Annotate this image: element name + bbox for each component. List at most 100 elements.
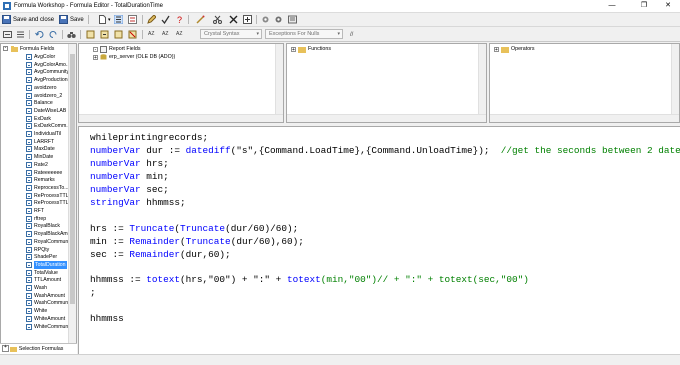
save-button[interactable]: Save: [59, 14, 84, 25]
report-fields-node[interactable]: - Report Fields: [93, 45, 141, 53]
code-line: numberVar sec;: [90, 183, 169, 196]
code-line: sec := Remainder(dur,60);: [90, 248, 231, 261]
code-line: min := Remainder(Truncate(dur/60),60);: [90, 235, 304, 248]
delete-icon: [229, 15, 238, 24]
functions-node[interactable]: + Functions: [291, 45, 331, 53]
formula-icon: [26, 61, 32, 68]
comment-button[interactable]: //: [350, 29, 353, 40]
operators-node[interactable]: + Operators: [494, 45, 535, 53]
scissors-icon: [213, 15, 222, 24]
list-icon: [17, 31, 24, 38]
formula-icon: [26, 223, 32, 230]
code-token: hhmmss :=: [90, 274, 147, 286]
expand-icon[interactable]: +: [494, 46, 499, 52]
formula-icon: [26, 254, 32, 261]
syntax-combo[interactable]: Crystal Syntax ▾: [200, 29, 262, 39]
code-token: stringVar: [90, 196, 141, 208]
save-and-close-button[interactable]: Save and close: [2, 14, 54, 25]
formula-workshop-tree-toggle[interactable]: [114, 14, 123, 25]
null-handling-combo[interactable]: Exceptions For Nulls ▾: [265, 29, 343, 39]
toggle-properties-button[interactable]: [288, 14, 297, 25]
selection-formulas-node[interactable]: + Selection Formulas: [0, 343, 77, 354]
sort-alpha-button[interactable]: AZ: [148, 29, 157, 40]
minimize-icon[interactable]: —: [601, 1, 623, 11]
formula-icon: [26, 161, 32, 168]
code-token: Truncate: [129, 222, 175, 234]
folder-icon: [298, 46, 306, 53]
sort-fields-button[interactable]: AZ: [162, 29, 171, 40]
code-token: sec :=: [90, 248, 130, 260]
restore-icon[interactable]: ❐: [633, 1, 655, 11]
show-hide-button[interactable]: [261, 14, 270, 25]
pencil-icon: [147, 15, 156, 24]
toggle-comment-button[interactable]: [16, 29, 25, 40]
code-token: numberVar: [90, 144, 141, 156]
tree-scrollbar[interactable]: [68, 44, 76, 353]
previous-bookmark-button[interactable]: [114, 29, 123, 40]
pane-scrollbar[interactable]: [490, 114, 679, 122]
options-button[interactable]: [274, 14, 283, 25]
formula-icon: [26, 138, 32, 145]
find-button[interactable]: [67, 29, 76, 40]
functions-pane: + Functions: [286, 43, 487, 123]
delete-button[interactable]: [229, 14, 238, 25]
save-icon: [59, 15, 68, 24]
expand-icon[interactable]: +: [2, 345, 9, 353]
cut-button[interactable]: [213, 14, 222, 25]
expand-icon[interactable]: +: [93, 54, 98, 60]
formula-icon: [26, 208, 32, 214]
formula-editor-button[interactable]: [147, 14, 156, 25]
database-connection-node[interactable]: + erp_server (OLE DB (ADO)): [93, 53, 175, 61]
expand-button[interactable]: [243, 14, 252, 25]
code-line: whileprintingrecords;: [90, 132, 209, 143]
new-button[interactable]: ▾: [98, 14, 111, 25]
formula-icon: [26, 215, 32, 222]
expand-icon[interactable]: +: [291, 46, 296, 52]
close-icon[interactable]: ✕: [657, 1, 679, 11]
code-line: hhmmss := totext(hrs,"00") + ":" + totex…: [90, 273, 529, 286]
formula-icon: [26, 238, 32, 245]
pane-scrollbar[interactable]: [287, 114, 486, 122]
scrollbar-thumb[interactable]: [70, 54, 75, 304]
formula-expert-button[interactable]: [128, 14, 137, 25]
pane-scrollbar[interactable]: [275, 44, 283, 122]
properties-icon: [288, 15, 297, 24]
rename-button[interactable]: [196, 14, 205, 25]
code-token: datediff: [185, 144, 231, 156]
toolbar-edit: AZ AZ AZ Crystal Syntax ▾ Exceptions For …: [0, 28, 680, 42]
collapse-icon[interactable]: -: [3, 46, 8, 51]
formula-icon: [26, 192, 32, 199]
tree-item[interactable]: WhiteCommun...: [1, 323, 73, 331]
tree-root-formula-fields[interactable]: - Formula Fields: [1, 45, 71, 53]
code-token: totext: [146, 274, 181, 286]
undo-history-button[interactable]: [3, 29, 12, 40]
pane-scrollbar[interactable]: [671, 44, 679, 122]
formula-code-editor[interactable]: whileprintingrecords; numberVar dur := da…: [78, 126, 680, 354]
next-bookmark-button[interactable]: [100, 29, 109, 40]
pane-scrollbar[interactable]: [79, 114, 283, 122]
formula-icon: [26, 77, 32, 84]
bookmark-toggle-button[interactable]: [86, 29, 95, 40]
formula-icon: [26, 285, 32, 291]
undo-button[interactable]: [35, 29, 44, 40]
code-line: hhmmss: [90, 313, 124, 325]
code-token: sec;: [140, 183, 169, 195]
formula-icon: [26, 54, 32, 60]
title-bar: Formula Workshop - Formula Editor - Tota…: [0, 0, 680, 13]
pane-scrollbar[interactable]: [478, 44, 486, 122]
check-button[interactable]: [161, 14, 170, 25]
svg-text:?: ?: [177, 15, 182, 24]
help-button[interactable]: ?: [175, 14, 184, 25]
collapse-icon[interactable]: -: [93, 46, 98, 52]
new-document-icon: [99, 15, 106, 24]
sort-functions-button[interactable]: AZ: [176, 29, 185, 40]
code-line: numberVar dur := datediff("s",{Command.L…: [90, 144, 680, 157]
expand-icon: [243, 15, 252, 24]
code-token: min;: [140, 170, 169, 182]
help-icon: ?: [177, 15, 182, 24]
folder-icon: [10, 346, 18, 352]
clear-bookmarks-button[interactable]: [128, 29, 137, 40]
sort-icon: AZ: [162, 31, 168, 37]
redo-button[interactable]: [49, 29, 58, 40]
code-token: Remainder: [129, 235, 181, 247]
